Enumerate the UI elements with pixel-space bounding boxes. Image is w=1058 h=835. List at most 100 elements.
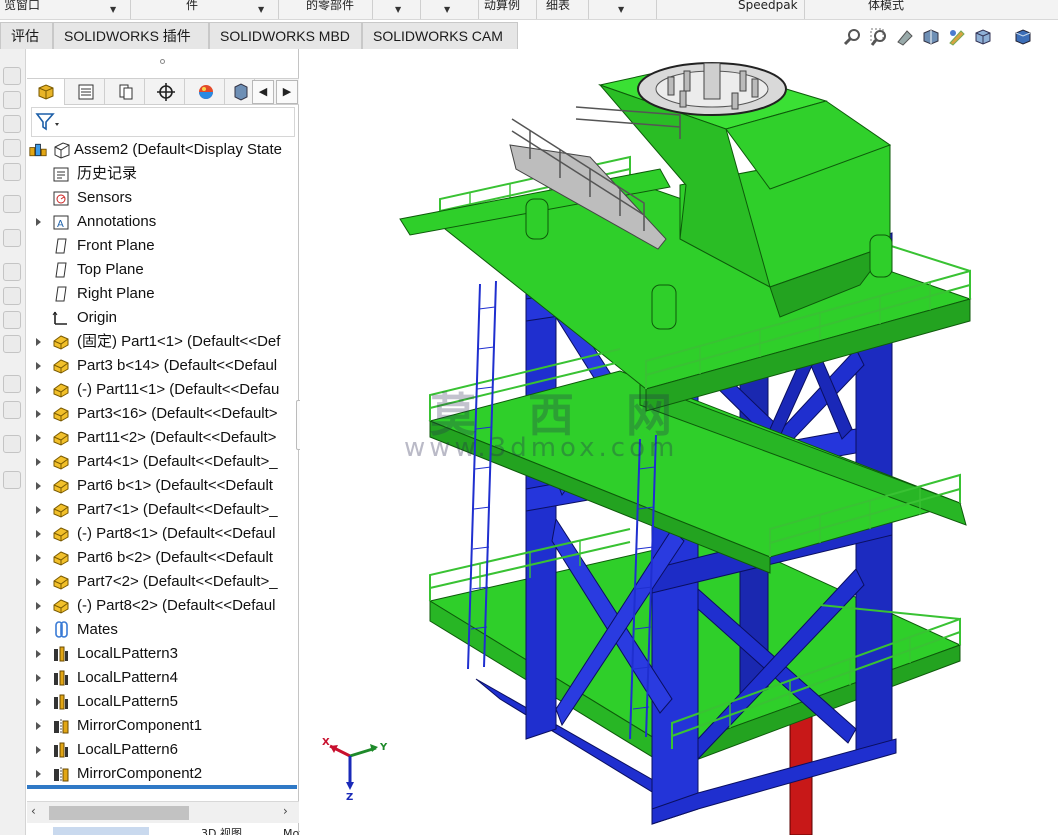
expand-arrow-icon[interactable] [36, 650, 41, 658]
tree-item[interactable]: A Annotations [27, 210, 299, 234]
scrollbar-thumb[interactable] [49, 806, 189, 820]
expand-arrow-icon[interactable] [36, 698, 41, 706]
tree-item[interactable]: Part6 b<2> (Default<<Default [27, 546, 299, 570]
zoom-to-fit-icon[interactable] [843, 27, 863, 47]
tool-icon[interactable] [3, 287, 21, 305]
tool-icon[interactable] [3, 471, 21, 489]
tool-icon[interactable] [3, 401, 21, 419]
chevron-down-icon[interactable]: ▼ [444, 5, 450, 14]
expand-arrow-icon[interactable] [36, 482, 41, 490]
ribbon-cell[interactable]: 件 [186, 0, 216, 19]
expand-arrow-icon[interactable] [36, 746, 41, 754]
tab-feature-manager[interactable] [27, 79, 65, 105]
ribbon-cell[interactable]: 览窗口 [4, 0, 64, 19]
expand-arrow-icon[interactable] [36, 338, 41, 346]
tree-item[interactable]: MirrorComponent2 [27, 762, 299, 786]
tab-evaluate[interactable]: 评估 [0, 22, 53, 49]
expand-arrow-icon[interactable] [36, 410, 41, 418]
tree-item[interactable]: Part11<2> (Default<<Default> [27, 426, 299, 450]
tree-item[interactable]: LocalLPattern3 [27, 642, 299, 666]
tool-icon[interactable] [3, 229, 21, 247]
scroll-left-icon[interactable]: ‹ [31, 804, 36, 818]
expand-arrow-icon[interactable] [36, 722, 41, 730]
dynamic-annotation-icon[interactable] [947, 27, 967, 47]
tree-item[interactable]: Right Plane [27, 282, 299, 306]
tool-icon[interactable] [3, 195, 21, 213]
tree-item[interactable]: Part7<2> (Default<<Default>_ [27, 570, 299, 594]
expand-arrow-icon[interactable] [36, 362, 41, 370]
tool-icon[interactable] [3, 139, 21, 157]
tree-item[interactable]: LocalLPattern5 [27, 690, 299, 714]
expand-arrow-icon[interactable] [36, 458, 41, 466]
tree-item[interactable]: Part3<16> (Default<<Default> [27, 402, 299, 426]
tree-item[interactable]: Mates [27, 618, 299, 642]
ribbon-cell[interactable]: 动算例 [484, 0, 534, 19]
expand-arrow-icon[interactable] [36, 770, 41, 778]
graphics-area[interactable]: 莫 西 网 www.3dmox.com X Y Z [300, 49, 1058, 835]
tool-icon[interactable] [3, 375, 21, 393]
ribbon-cell[interactable]: Speedpak [738, 0, 802, 19]
zoom-area-icon[interactable] [869, 27, 889, 47]
tree-item[interactable]: Part4<1> (Default<<Default>_ [27, 450, 299, 474]
display-style-icon[interactable] [1013, 27, 1033, 47]
ribbon-cell[interactable]: 体模式 [868, 0, 918, 19]
tree-item[interactable]: (-) Part8<2> (Default<<Defaul [27, 594, 299, 618]
expand-arrow-icon[interactable] [36, 434, 41, 442]
tree-item[interactable]: (-) Part11<1> (Default<<Defau [27, 378, 299, 402]
tree-item[interactable]: Part3 b<14> (Default<<Defaul [27, 354, 299, 378]
tab-model[interactable]: 模型 [53, 827, 149, 835]
chevron-down-icon[interactable]: ▼ [110, 5, 116, 14]
tree-item[interactable]: Sensors [27, 186, 299, 210]
tree-item[interactable]: Part6 b<1> (Default<<Default [27, 474, 299, 498]
tree-item[interactable]: Front Plane [27, 234, 299, 258]
expand-arrow-icon[interactable] [36, 578, 41, 586]
tab-dimxpert-manager[interactable] [147, 79, 185, 105]
expand-arrow-icon[interactable] [36, 386, 41, 394]
tree-filter[interactable] [31, 107, 295, 137]
tree-item[interactable]: Top Plane [27, 258, 299, 282]
tab-solidworks-cam[interactable]: SOLIDWORKS CAM [362, 22, 518, 49]
chevron-down-icon[interactable]: ▼ [395, 5, 401, 14]
tree-item[interactable]: LocalLPattern6 [27, 738, 299, 762]
tree-item[interactable]: 历史记录 [27, 162, 299, 186]
expand-arrow-icon[interactable] [36, 602, 41, 610]
view-orientation-icon[interactable] [973, 27, 993, 47]
tab-solidworks-mbd[interactable]: SOLIDWORKS MBD [209, 22, 362, 49]
ribbon-cell[interactable]: 细表 [546, 0, 586, 19]
horizontal-scrollbar[interactable]: ‹ › [27, 801, 299, 823]
tree-item[interactable]: LocalLPattern4 [27, 666, 299, 690]
tree-item[interactable]: Part7<1> (Default<<Default>_ [27, 498, 299, 522]
chevron-down-icon[interactable]: ▼ [258, 5, 264, 14]
expand-arrow-icon[interactable] [36, 554, 41, 562]
tool-icon[interactable] [3, 115, 21, 133]
tool-icon[interactable] [3, 91, 21, 109]
ribbon-cell[interactable]: 的零部件 [306, 0, 372, 19]
filter-icon[interactable] [35, 112, 61, 132]
previous-view-icon[interactable] [895, 27, 915, 47]
tool-icon[interactable] [3, 311, 21, 329]
expand-arrow-icon[interactable] [36, 506, 41, 514]
tree-item[interactable]: MirrorComponent1 [27, 714, 299, 738]
tool-icon[interactable] [3, 163, 21, 181]
tree-item[interactable]: (-) Part8<1> (Default<<Defaul [27, 522, 299, 546]
tabs-scroll-right-button[interactable]: ▶ [276, 80, 298, 104]
tab-3d-views[interactable]: 3D 视图 [193, 827, 273, 835]
tree-item[interactable]: (固定) Part1<1> (Default<<Def [27, 330, 299, 354]
tabs-scroll-left-button[interactable]: ◀ [252, 80, 274, 104]
section-view-icon[interactable] [921, 27, 941, 47]
tab-property-manager[interactable] [67, 79, 105, 105]
tree-root-assembly[interactable]: Assem2 (Default<Display State [27, 138, 299, 162]
expand-arrow-icon[interactable] [36, 530, 41, 538]
tool-icon[interactable] [3, 263, 21, 281]
tab-display-manager[interactable] [187, 79, 225, 105]
tool-icon[interactable] [3, 435, 21, 453]
expand-arrow-icon[interactable] [36, 674, 41, 682]
tree-item[interactable]: Origin [27, 306, 299, 330]
tab-configuration-manager[interactable] [107, 79, 145, 105]
tool-icon[interactable] [3, 335, 21, 353]
expand-arrow-icon[interactable] [36, 626, 41, 634]
scroll-right-icon[interactable]: › [283, 804, 288, 818]
tab-extra-manager[interactable] [227, 79, 255, 105]
expand-arrow-icon[interactable] [36, 218, 41, 226]
tab-solidworks-addins[interactable]: SOLIDWORKS 插件 [53, 22, 209, 49]
